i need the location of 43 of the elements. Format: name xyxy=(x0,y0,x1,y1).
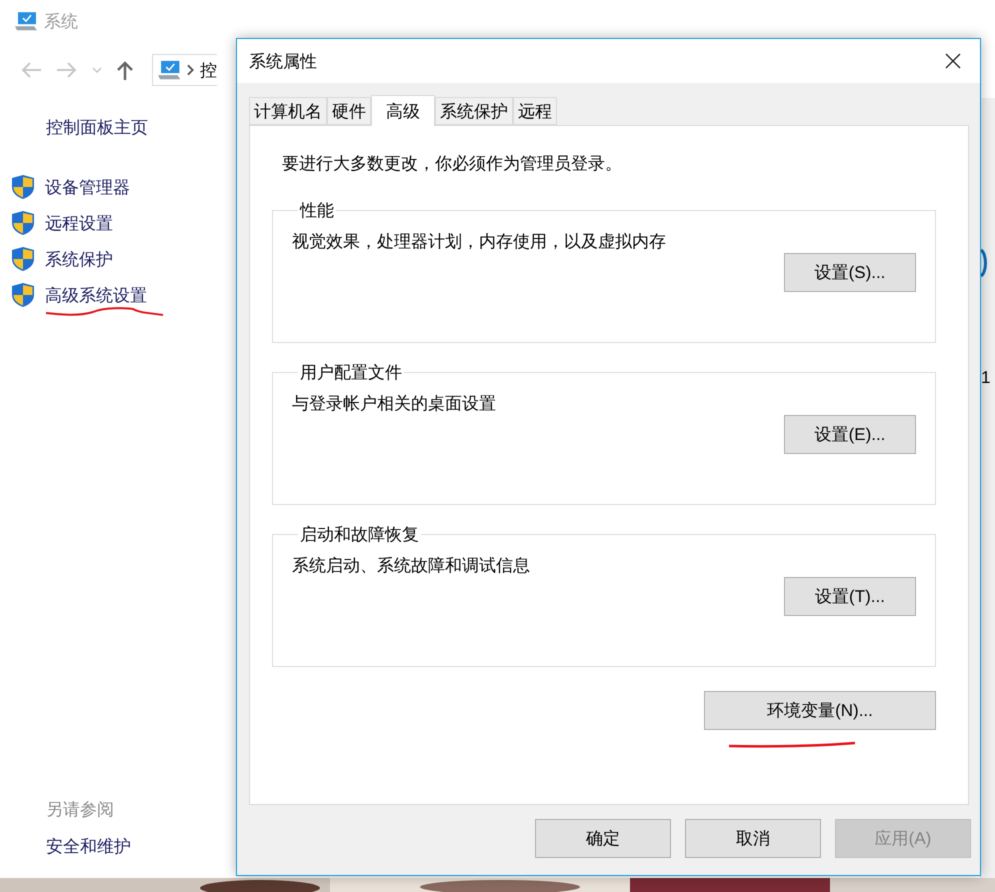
group-title: 用户配置文件 xyxy=(299,362,403,384)
forward-arrow-icon[interactable] xyxy=(56,61,78,79)
sidebar-link[interactable]: 设备管理器 xyxy=(45,176,130,198)
sidebar-link[interactable]: 系统保护 xyxy=(45,248,113,270)
back-arrow-icon[interactable] xyxy=(20,61,42,79)
environment-variables-button[interactable]: 环境变量(N)... xyxy=(704,691,936,730)
close-icon xyxy=(945,53,961,69)
see-also-link[interactable]: 安全和维护 xyxy=(46,835,236,858)
settings-button[interactable]: 设置(E)... xyxy=(784,415,916,454)
shield-icon xyxy=(11,282,35,308)
computer-icon xyxy=(14,10,38,32)
shield-icon xyxy=(11,246,35,272)
shield-icon xyxy=(11,174,35,200)
computer-icon xyxy=(157,58,182,82)
sidebar-link[interactable]: 高级系统设置 xyxy=(45,284,147,306)
shield-icon xyxy=(11,210,35,236)
settings-button[interactable]: 设置(S)... xyxy=(784,253,916,292)
home-link[interactable]: 控制面板主页 xyxy=(46,116,236,139)
window-title: 系统 xyxy=(44,10,78,32)
dialog-button[interactable]: 取消 xyxy=(685,819,821,858)
chevron-down-icon[interactable] xyxy=(92,67,102,73)
tab[interactable]: 计算机名 xyxy=(249,97,327,125)
see-also-heading: 另请参阅 xyxy=(46,799,115,821)
address-bar[interactable]: 控 xyxy=(152,54,217,86)
group-description: 视觉效果，处理器计划，内存使用，以及虚拟内存 xyxy=(292,231,667,253)
edge-text: 1 xyxy=(981,368,992,388)
tab[interactable]: 高级 xyxy=(371,95,435,126)
settings-button[interactable]: 设置(T)... xyxy=(784,577,916,616)
chevron-right-icon xyxy=(187,64,194,76)
group-description: 与登录帐户相关的桌面设置 xyxy=(292,393,497,415)
group-title: 启动和故障恢复 xyxy=(299,524,420,546)
tab[interactable]: 硬件 xyxy=(327,97,371,125)
tab[interactable]: 系统保护 xyxy=(435,97,513,125)
up-arrow-icon[interactable] xyxy=(116,60,134,80)
sidebar-link[interactable]: 远程设置 xyxy=(45,212,113,234)
group-description: 系统启动、系统故障和调试信息 xyxy=(292,555,531,577)
notice-text: 要进行大多数更改，你必须作为管理员登录。 xyxy=(282,153,623,175)
circle-fragment-icon xyxy=(981,248,989,278)
dialog-title: 系统属性 xyxy=(249,50,317,72)
address-text: 控 xyxy=(200,60,217,82)
tab[interactable]: 远程 xyxy=(513,97,557,125)
group-title: 性能 xyxy=(298,200,335,222)
dialog-button[interactable]: 确定 xyxy=(535,819,671,858)
